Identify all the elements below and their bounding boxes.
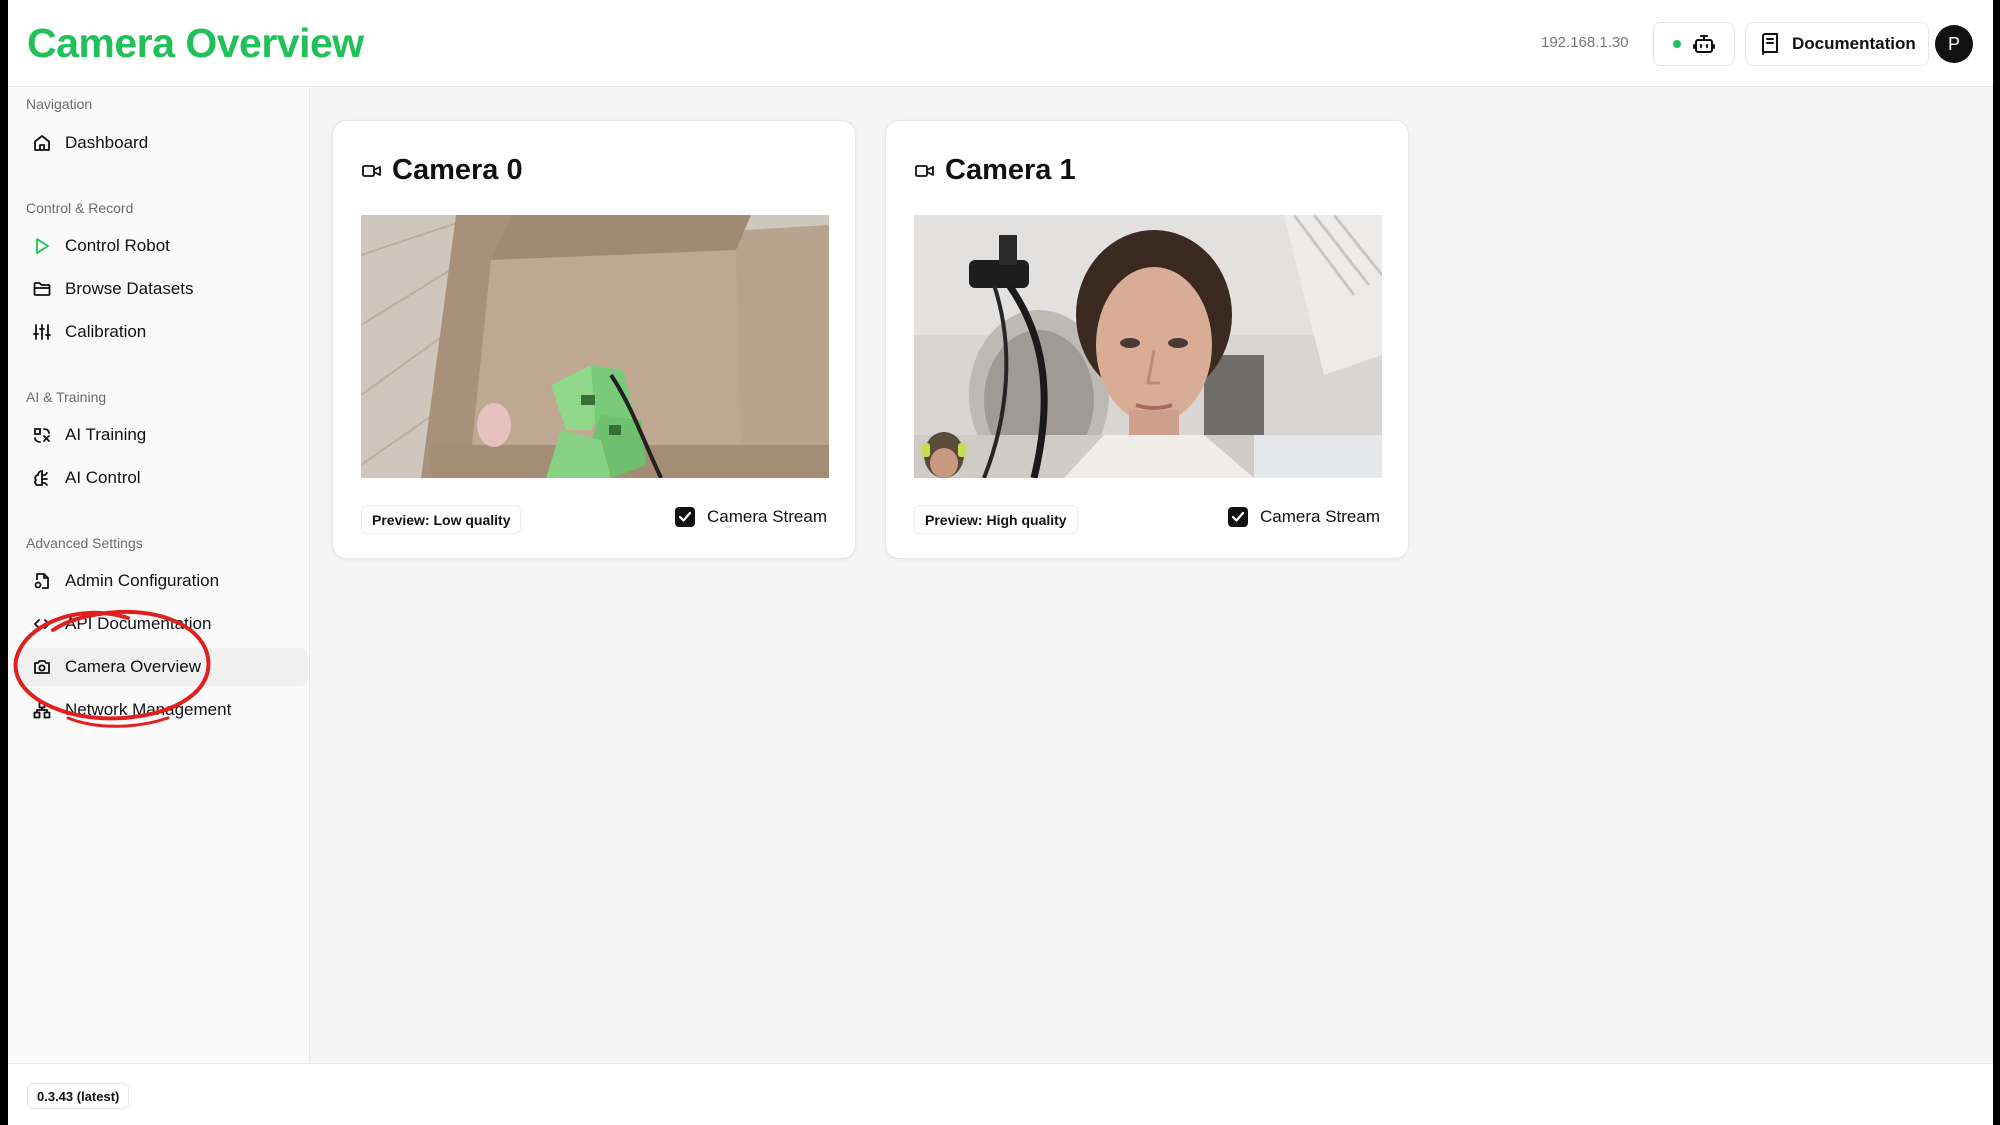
camera-title-text: Camera 1 [945,154,1076,186]
book-icon [1762,33,1778,55]
sidebar-item-label: Calibration [65,322,147,341]
code-icon [34,619,50,629]
camera-stream-checkbox[interactable] [1228,507,1249,527]
check-icon [1231,511,1245,522]
documentation-button[interactable]: Documentation [1745,22,1929,66]
play-icon [36,238,49,254]
footer: 0.3.43 (latest) [8,1063,1993,1125]
sidebar-item-ai-control[interactable]: AI Control [18,459,308,497]
sidebar-item-label: Control Robot [65,236,170,255]
avatar[interactable]: P [1935,25,1973,63]
camera-stream-label: Camera Stream [707,507,827,526]
sidebar-item-camera-overview[interactable]: Camera Overview [18,648,308,686]
sidebar-item-label: AI Control [65,468,141,487]
documentation-label: Documentation [1792,34,1916,53]
sidebar-item-label: AI Training [65,425,147,444]
sidebar-item-admin-configuration[interactable]: Admin Configuration [18,562,308,600]
app-window: Camera Overview 192.168.1.30 Documentati… [8,0,1993,1125]
section-title-ai-training: AI & Training [26,389,107,405]
camera-title: Camera 1 [915,154,1076,187]
camera-stream-toggle[interactable]: Camera Stream [675,507,827,527]
sidebar-item-api-documentation[interactable]: API Documentation [18,605,308,643]
home-icon [34,135,50,151]
camera-feed-image [914,215,1382,478]
folder-icon [33,282,51,296]
sliders-icon [33,324,51,340]
version-badge: 0.3.43 (latest) [27,1083,130,1109]
page-title: Camera Overview [27,20,364,66]
sidebar-item-browse-datasets[interactable]: Browse Datasets [18,270,308,308]
sidebar-item-label: Browse Datasets [65,279,194,298]
file-cog-icon [34,573,49,589]
top-bar: Camera Overview 192.168.1.30 Documentati… [8,0,1993,87]
bot-icon [1693,35,1715,53]
sidebar-item-label: Network Management [65,700,232,719]
section-title-control-record: Control & Record [26,200,134,216]
sidebar-item-label: Camera Overview [65,657,202,676]
camera-stream-toggle[interactable]: Camera Stream [1228,507,1380,527]
video-icon [915,164,934,177]
sidebar: Navigation Dashboard Control & Record Co… [8,87,310,1063]
sidebar-item-label: Admin Configuration [65,571,220,590]
sidebar-item-network-management[interactable]: Network Management [18,691,308,729]
brain-icon [34,428,50,443]
robot-status-button[interactable] [1653,22,1735,66]
camera-title-text: Camera 0 [392,154,523,186]
camera-card: Camera 0 Preview: Low quality Camera Str… [332,120,856,559]
status-dot [1673,40,1681,48]
section-title-navigation: Navigation [26,96,93,112]
preview-quality-badge: Preview: High quality [914,505,1078,534]
camera-feed [914,215,1382,478]
camera-stream-checkbox[interactable] [675,507,696,527]
sidebar-item-ai-training[interactable]: AI Training [18,416,308,454]
brain-circuit-icon [34,470,48,487]
camera-title: Camera 0 [362,154,523,187]
camera-feed [361,215,829,478]
camera-icon [34,660,50,674]
sidebar-item-label: Dashboard [65,133,149,152]
preview-quality-badge: Preview: Low quality [361,505,522,534]
network-icon [33,701,51,719]
sidebar-item-control-robot[interactable]: Control Robot [18,227,308,265]
camera-stream-label: Camera Stream [1260,507,1380,526]
sidebar-item-calibration[interactable]: Calibration [18,313,308,351]
section-title-advanced-settings: Advanced Settings [26,535,143,551]
sidebar-item-label: API Documentation [65,614,212,633]
sidebar-item-dashboard[interactable]: Dashboard [18,124,308,162]
camera-feed-image [361,215,829,478]
ip-address: 192.168.1.30 [1541,34,1629,51]
check-icon [678,511,692,522]
video-icon [362,164,381,177]
camera-card: Camera 1 Preview: High quality Camera St… [885,120,1409,559]
